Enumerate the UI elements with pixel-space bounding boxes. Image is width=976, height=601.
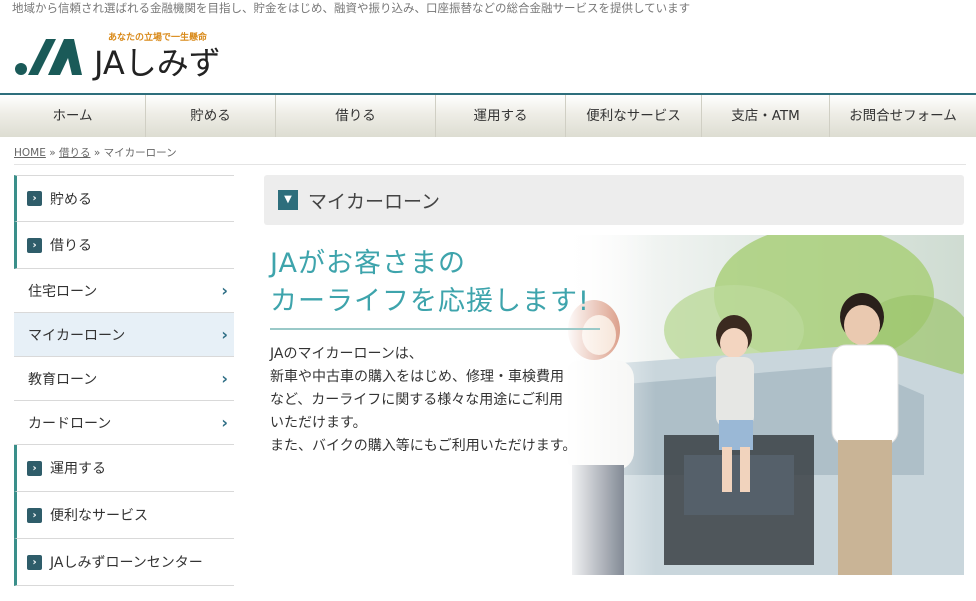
nav-borrow[interactable]: 借りる [276, 95, 436, 137]
sidebar-item-card-loan[interactable]: カードローン › [14, 401, 234, 445]
sidebar-item-car-loan[interactable]: マイカーローン › [14, 313, 234, 357]
sidebar-item-invest[interactable]: › 運用する [14, 445, 234, 492]
hero-headline: JAがお客さまの カーライフを応援します! [270, 245, 590, 321]
site-logo[interactable]: あなたの立場で一生懸命 JAしみず [14, 32, 244, 82]
sidebar-item-borrow[interactable]: › 借りる [14, 222, 234, 269]
site-tagline: 地域から信頼され選ばれる金融機関を目指し、貯金をはじめ、融資や振り込み、口座振替… [12, 1, 691, 15]
chevron-right-box-icon: › [27, 554, 42, 570]
chevron-right-box-icon: › [27, 507, 42, 523]
sidebar-item-save[interactable]: › 貯める [14, 175, 234, 222]
nav-contact-form[interactable]: お問合せフォーム [830, 95, 976, 137]
sidebar-item-label: JAしみずローンセンター [50, 555, 203, 571]
hero-body-line: JAのマイカーローンは、 [270, 346, 423, 362]
sidebar-item-label: 運用する [50, 461, 106, 477]
sidebar-item-label: マイカーローン [28, 327, 126, 344]
nav-save[interactable]: 貯める [146, 95, 276, 137]
logo-brand-name: JAしみず [94, 44, 221, 82]
hero-headline-line: JAがお客さまの [270, 248, 466, 279]
sidebar-item-label: 教育ローン [28, 371, 98, 388]
hero-body-line: いただけます。 [270, 415, 367, 431]
hero-banner: JAがお客さまの カーライフを応援します! JAのマイカーローンは、 新車や中古… [264, 235, 964, 575]
hero-body-line: 新車や中古車の購入をはじめ、修理・車検費用 [270, 369, 564, 385]
chevron-right-icon: › [221, 369, 228, 388]
breadcrumb-current: マイカーローン [103, 147, 177, 159]
hero-divider [270, 328, 600, 330]
chevron-right-box-icon: › [27, 237, 42, 253]
chevron-right-box-icon: › [27, 460, 42, 476]
hero-body-line: また、バイクの購入等にもご利用いただけます。 [270, 438, 577, 454]
breadcrumb-divider [14, 164, 966, 165]
sidebar-item-label: 貯める [50, 191, 92, 208]
triangle-down-box-icon: ▼ [278, 190, 298, 210]
breadcrumb-separator: » [49, 147, 56, 159]
nav-invest[interactable]: 運用する [436, 95, 566, 137]
global-nav: ホーム 貯める 借りる 運用する 便利なサービス 支店・ATM お問合せフォーム [0, 93, 976, 137]
nav-branch-atm[interactable]: 支店・ATM [702, 95, 830, 137]
ja-logo-icon [15, 39, 82, 75]
chevron-right-box-icon: › [27, 191, 42, 206]
breadcrumb-home-link[interactable]: HOME [14, 147, 46, 159]
hero-body-text: JAのマイカーローンは、 新車や中古車の購入をはじめ、修理・車検費用 など、カー… [270, 343, 610, 458]
hero-headline-line: カーライフを応援します! [270, 286, 590, 317]
sidebar-item-label: カードローン [28, 415, 112, 432]
breadcrumb-separator: » [93, 147, 101, 159]
nav-home[interactable]: ホーム [0, 95, 146, 137]
chevron-right-icon: › [221, 413, 228, 432]
chevron-right-icon: › [221, 281, 228, 300]
page-title-bar: ▼ マイカーローン [264, 175, 964, 225]
breadcrumb: HOME » 借りる » マイカーローン [14, 145, 177, 160]
sidebar-item-label: 便利なサービス [50, 508, 148, 524]
sidebar-item-label: 住宅ローン [28, 283, 98, 300]
breadcrumb-parent-link[interactable]: 借りる [59, 147, 91, 159]
page-title: マイカーローン [308, 190, 441, 213]
sidebar-item-education-loan[interactable]: 教育ローン › [14, 357, 234, 401]
sidebar-item-loan-center[interactable]: › JAしみずローンセンター [14, 539, 234, 586]
nav-services[interactable]: 便利なサービス [566, 95, 702, 137]
sidebar-item-housing-loan[interactable]: 住宅ローン › [14, 269, 234, 313]
sidebar-item-services[interactable]: › 便利なサービス [14, 492, 234, 539]
hero-body-line: など、カーライフに関する様々な用途にご利用 [270, 392, 564, 408]
sidebar-nav: › 貯める › 借りる 住宅ローン › マイカーローン › 教育ローン › カー… [14, 175, 234, 586]
sidebar-item-label: 借りる [50, 238, 92, 254]
chevron-right-icon: › [221, 325, 228, 344]
